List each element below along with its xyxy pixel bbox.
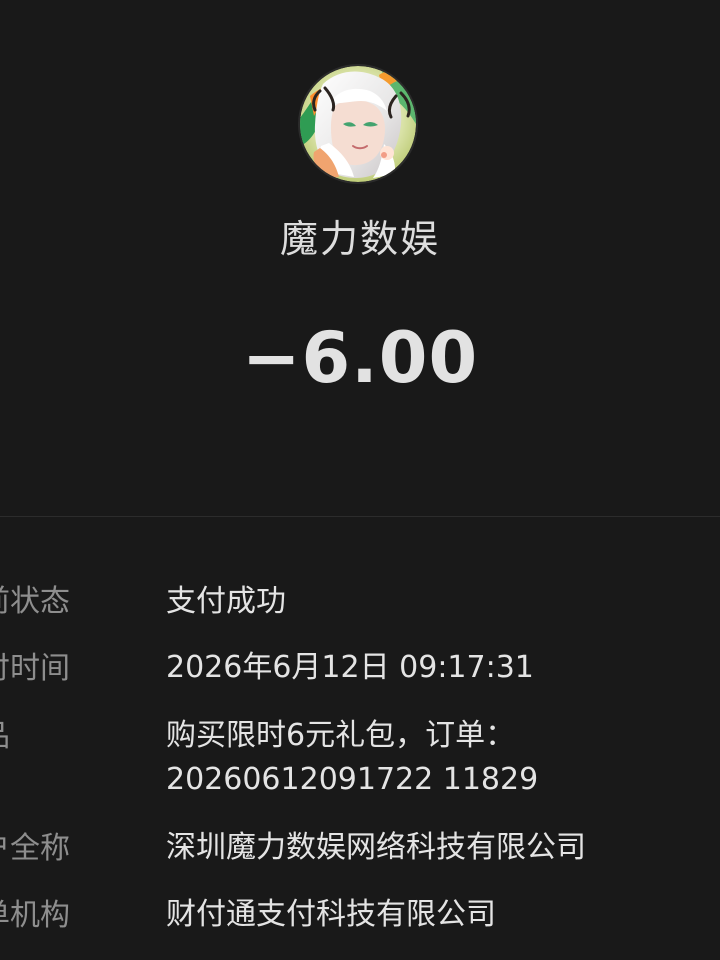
- product-label: 品: [0, 717, 140, 757]
- order-institution-value: 财付通支付科技有限公司: [166, 897, 496, 932]
- payment-time-value: 2026年6月12日 09:17:31: [166, 650, 534, 685]
- merchant-full-name-value: 深圳魔力数娱网络科技有限公司: [166, 830, 586, 865]
- payment-time-label: 付时间: [0, 651, 70, 686]
- status-value: 支付成功: [166, 584, 286, 619]
- merchant-avatar[interactable]: [300, 66, 416, 182]
- product-description: 购买限时6元礼包，订单：: [166, 718, 516, 753]
- order-institution-label: 单机构: [0, 898, 70, 933]
- anime-avatar-icon: [300, 66, 416, 182]
- transaction-header: 魔力数娱 −6.00: [0, 0, 720, 516]
- merchant-full-name-label: 户全称: [0, 831, 70, 866]
- status-label: 前状态: [0, 584, 70, 619]
- transaction-detail-page: 魔力数娱 −6.00 前状态 支付成功 付时间 2026年6月12日 09:17…: [0, 0, 720, 960]
- transaction-amount: −6.00: [241, 317, 479, 399]
- order-number: 20260612091722 11829: [166, 762, 539, 797]
- merchant-name: 魔力数娱: [279, 217, 440, 261]
- section-divider: [0, 516, 720, 517]
- product-value: 购买限时6元礼包，订单： 20260612091722 11829: [166, 714, 706, 802]
